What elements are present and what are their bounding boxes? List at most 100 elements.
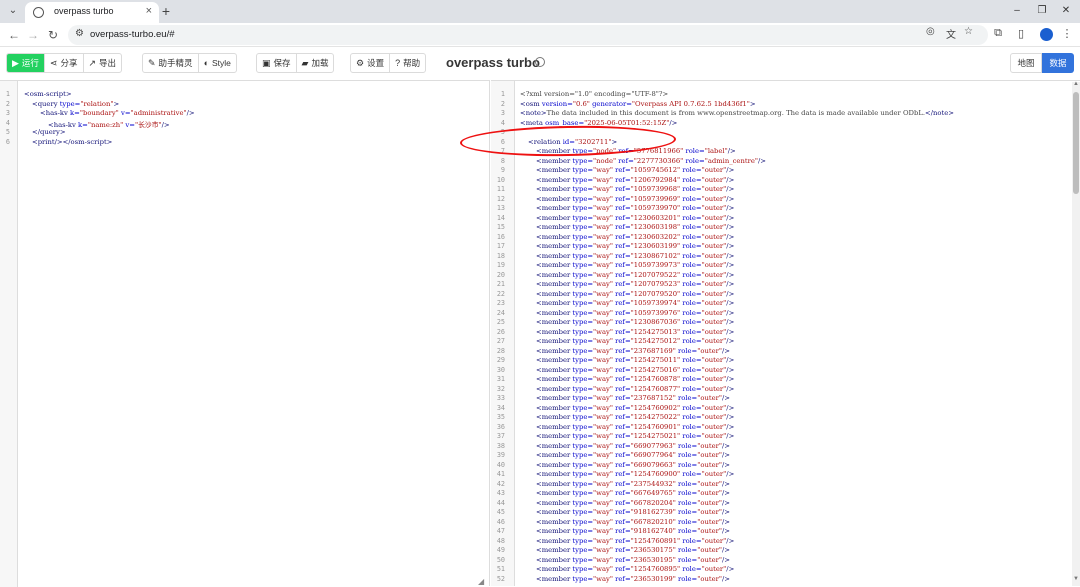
code-token: "2277730366" [633, 156, 684, 165]
sidebar-icon[interactable]: ▯ [1014, 27, 1028, 43]
close-icon[interactable]: × [146, 5, 152, 17]
code-token: /> [721, 394, 730, 402]
brand-title[interactable]: overpass turbo [446, 55, 540, 70]
code-token: <member [536, 280, 573, 288]
scroll-down-icon[interactable]: ▼ [1072, 576, 1080, 584]
run-button[interactable]: ▶ 运行 [7, 54, 45, 72]
line-number: 14 [496, 213, 505, 222]
code-token: "outer" [697, 451, 722, 459]
style-button[interactable]: ◐ Style [199, 54, 236, 72]
save-button[interactable]: ▣ 保存 [257, 54, 297, 72]
code-token: role= [680, 384, 702, 393]
profile-icon[interactable] [1040, 28, 1053, 41]
code-token: <member [536, 356, 573, 364]
line-number: 1 [500, 90, 505, 98]
code-token: /> [726, 194, 735, 203]
code-token: /> [721, 498, 730, 507]
code-token: role= [680, 565, 702, 573]
share-button[interactable]: ⋖ 分享 [45, 54, 84, 72]
code-token: version= [541, 99, 573, 108]
data-view[interactable]: 1 <?xml version="1.0" encoding="UTF-8"?> 2… [491, 80, 1080, 586]
code-token: "way" [593, 223, 613, 231]
code-token: <member [536, 289, 573, 298]
code-line: <member type="way" ref="918162740" role=… [536, 527, 730, 535]
code-token: "way" [593, 527, 613, 535]
code-token: <member [536, 232, 573, 241]
line-number: 46 [496, 517, 505, 526]
load-button[interactable]: ▰ 加载 [297, 54, 334, 72]
settings-button[interactable]: ⚙ 设置 [351, 54, 391, 72]
line-number: 13 [496, 204, 505, 212]
code-token: "way" [593, 432, 613, 440]
main-button-group: ▶ 运行 ⋖ 分享 ↗ 导出 [6, 53, 123, 73]
code-line: <member type="way" ref="918162739" role=… [536, 508, 730, 516]
code-token: type= [572, 403, 594, 412]
code-token: "1059739969" [630, 194, 681, 203]
line-number: 51 [496, 565, 505, 573]
line-number: 21 [496, 280, 505, 288]
code-token: type= [572, 327, 594, 336]
code-token: "outer" [701, 299, 727, 307]
code-line: <member type="way" ref="669079663" role=… [536, 461, 730, 469]
line-number: 48 [496, 536, 505, 545]
url-field[interactable]: ⚙ overpass-turbo.eu/# [68, 25, 988, 45]
code-token: "outer" [701, 261, 727, 269]
scrollbar-thumb[interactable] [1073, 92, 1079, 194]
line-number: 2 [500, 99, 505, 108]
star-icon[interactable]: ☆ [964, 26, 973, 37]
code-token: "1230603199" [630, 242, 681, 250]
back-icon[interactable]: ← [6, 27, 22, 43]
code-token: "outer" [697, 508, 722, 516]
chevron-down-icon[interactable]: ⌄ [6, 4, 20, 18]
translate-icon[interactable]: 文 [946, 26, 956, 41]
code-token: ref= [613, 166, 631, 174]
code-token: type= [572, 536, 594, 545]
forward-icon[interactable]: → [25, 27, 41, 43]
reload-icon[interactable]: ↻ [45, 27, 61, 43]
code-token: /> [726, 261, 735, 269]
code-token: "1254275013" [630, 327, 681, 336]
more-icon[interactable]: ⋮ [1060, 27, 1074, 43]
line-number: 44 [496, 498, 505, 507]
code-token: <member [536, 565, 573, 573]
code-token: "way" [593, 546, 613, 554]
code-line: <member type="way" ref="1059745612" role… [536, 166, 734, 174]
wizard-button[interactable]: ✎ 助手精灵 [143, 54, 199, 72]
code-line: <print/></osm-script> [32, 138, 112, 146]
code-token: type= [572, 394, 594, 402]
extensions-icon[interactable]: ⧉ [991, 27, 1005, 43]
code-line: <member type="way" ref="237544932" role=… [536, 480, 730, 488]
eye-off-icon[interactable]: ◎ [926, 26, 935, 37]
query-editor[interactable]: 1 <osm-script> 2 <query type="relation"> 3 <h… [0, 80, 490, 587]
minimize-icon[interactable]: – [1009, 3, 1025, 19]
code-line: <member type="way" ref="1059739970" role… [536, 204, 734, 212]
site-settings-icon[interactable]: ⚙ [75, 28, 84, 39]
code-token: type= [572, 232, 594, 241]
data-tab[interactable]: 数据 [1042, 53, 1074, 73]
export-button[interactable]: ↗ 导出 [84, 54, 122, 72]
code-token: <member [536, 308, 573, 317]
code-token: role= [680, 194, 702, 203]
map-tab[interactable]: 地图 [1010, 53, 1042, 73]
scroll-up-icon[interactable]: ▲ [1072, 81, 1080, 89]
help-button[interactable]: ? 帮助 [390, 54, 425, 72]
code-token: > [113, 99, 120, 108]
code-line: </query> [32, 128, 66, 136]
restore-icon[interactable]: ❐ [1034, 3, 1050, 19]
code-token: <member [536, 318, 573, 326]
code-token: role= [680, 470, 702, 478]
close-window-icon[interactable]: ✕ [1058, 3, 1074, 19]
code-token: role= [680, 213, 702, 222]
resize-handle-icon[interactable]: ◢ [478, 577, 484, 586]
code-token: "outer" [697, 394, 722, 402]
code-token: ref= [613, 498, 631, 507]
code-token: /> [726, 432, 735, 440]
code-token: "667649765" [630, 489, 676, 497]
plus-icon[interactable]: + [159, 2, 173, 20]
code-token: <member [536, 508, 573, 516]
code-token: /> [726, 422, 735, 431]
code-token: type= [572, 308, 594, 317]
code-token: "way" [593, 384, 613, 393]
code-token: type= [572, 422, 594, 431]
browser-tab[interactable]: overpass turbo × [25, 2, 159, 23]
